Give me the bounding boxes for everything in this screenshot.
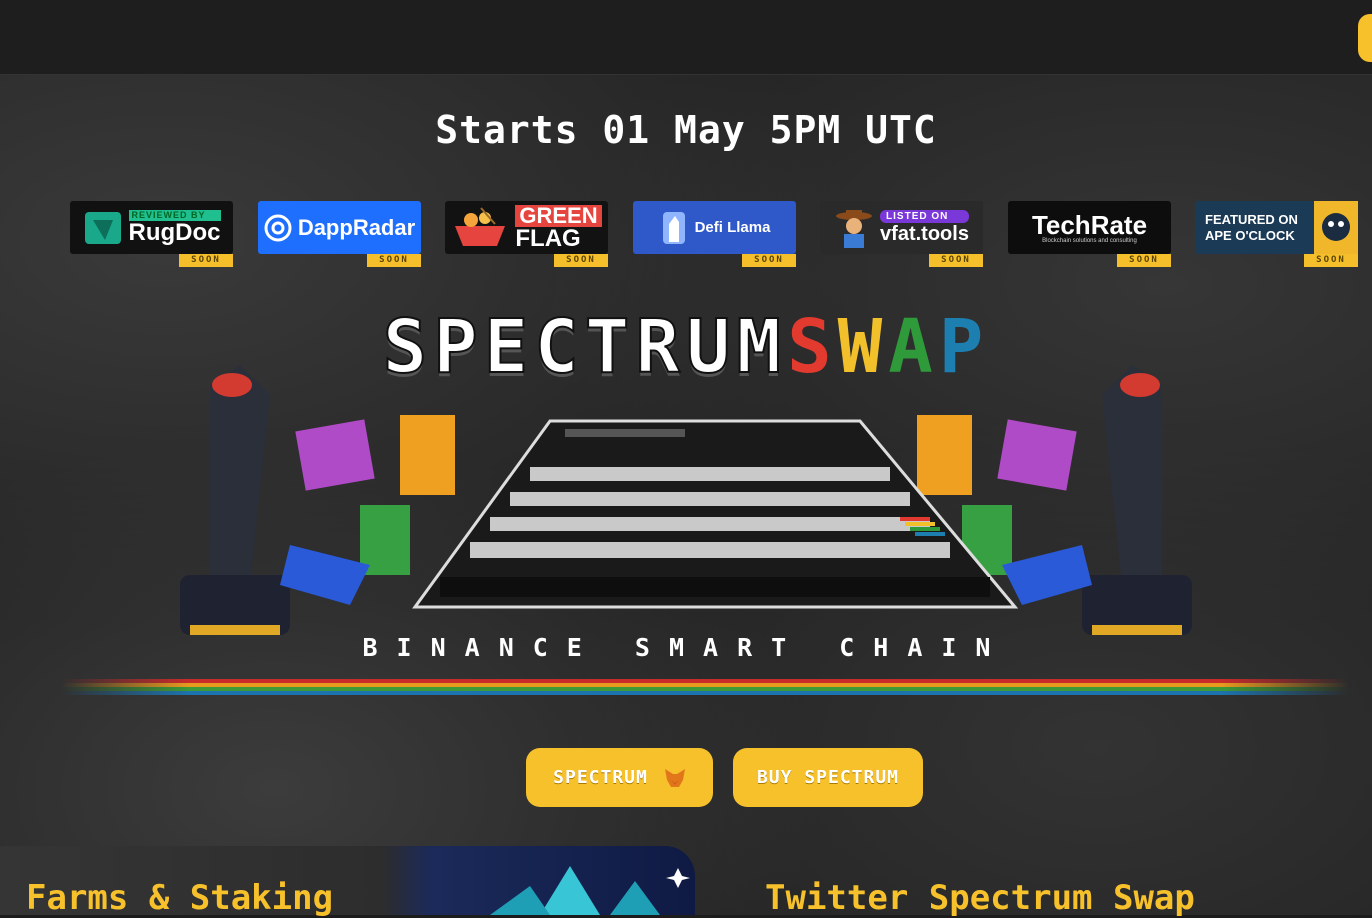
- partner-ape-oclock[interactable]: FEATURED ON APE O'CLOCK SOON: [1195, 201, 1358, 267]
- rainbow-stripe: [60, 679, 1350, 695]
- dappradar-logo-icon: [264, 214, 292, 241]
- partner-vfat-tools[interactable]: LISTED ON vfat.tools SOON: [820, 201, 983, 267]
- soon-badge: SOON: [179, 254, 233, 267]
- soon-badge: SOON: [367, 254, 421, 267]
- logo-letter-a: A: [888, 304, 939, 390]
- defillama-name: Defi Llama: [694, 219, 771, 236]
- partner-dappradar[interactable]: DappRadar SOON: [258, 201, 421, 267]
- dappradar-name: DappRadar: [297, 214, 416, 240]
- launch-countdown: Starts 01 May 5PM UTC: [435, 108, 937, 152]
- techrate-name: TechRate: [1031, 209, 1148, 240]
- ape-line2: APE O'CLOCK: [1205, 227, 1295, 243]
- hero-banner: SPECTRUMSWAP BINANCE SMART CHAIN: [170, 295, 1202, 685]
- vfat-name: vfat.tools: [880, 223, 969, 245]
- zx-spectrum-computer: [412, 419, 1019, 609]
- soon-badge: SOON: [742, 254, 796, 267]
- menu-button[interactable]: [1358, 14, 1372, 62]
- partner-rugdoc[interactable]: REVIEWED BY RugDoc SOON: [70, 201, 233, 267]
- ape-line1: FEATURED ON: [1205, 211, 1298, 227]
- buy-spectrum-button[interactable]: BUY SPECTRUM: [733, 748, 923, 807]
- noodle-bowl-icon: [455, 206, 506, 246]
- farms-heading: Farms & Staking: [26, 878, 334, 918]
- partner-green-flag[interactable]: GREEN FLAG SOON: [445, 201, 608, 267]
- ape-logo-icon: [1314, 201, 1358, 254]
- soon-badge: SOON: [929, 254, 983, 267]
- buy-label: BUY SPECTRUM: [756, 767, 900, 788]
- twitter-heading: Twitter Spectrum Swap: [765, 878, 1195, 918]
- logo-letter-s: S: [787, 304, 838, 390]
- logo-spectrum-text: SPECTRUM: [382, 304, 788, 390]
- network-subtitle: BINANCE SMART CHAIN: [362, 633, 1010, 662]
- green-flag-line1: GREEN: [515, 204, 602, 227]
- soon-badge: SOON: [1117, 254, 1171, 267]
- partner-badges: REVIEWED BY RugDoc SOON DappRadar SOON G…: [70, 201, 1360, 267]
- logo-letter-p: P: [938, 304, 990, 390]
- soon-badge: SOON: [554, 254, 608, 267]
- partner-techrate[interactable]: TechRate Blockchain solutions and consul…: [1008, 201, 1171, 267]
- techrate-tag: Blockchain solutions and consulting: [1042, 237, 1137, 244]
- green-flag-line2: FLAG: [515, 224, 581, 252]
- llama-logo-icon: [662, 211, 685, 244]
- vfat-tag: LISTED ON: [880, 210, 969, 223]
- rugdoc-logo-icon: [84, 211, 121, 244]
- add-token-label: SPECTRUM: [553, 767, 648, 788]
- cowboy-avatar-icon: [836, 209, 873, 248]
- soon-badge: SOON: [1304, 254, 1358, 267]
- starfighter-sprite: [490, 866, 690, 915]
- logo-letter-w: W: [837, 304, 889, 390]
- rugdoc-name: RugDoc: [128, 219, 221, 246]
- spectrum-swap-logo: SPECTRUMSWAP: [170, 304, 1202, 390]
- add-token-button[interactable]: SPECTRUM: [526, 748, 713, 807]
- top-navbar: [0, 0, 1372, 75]
- metamask-fox-icon: [664, 768, 685, 787]
- partner-defillama[interactable]: Defi Llama SOON: [633, 201, 796, 267]
